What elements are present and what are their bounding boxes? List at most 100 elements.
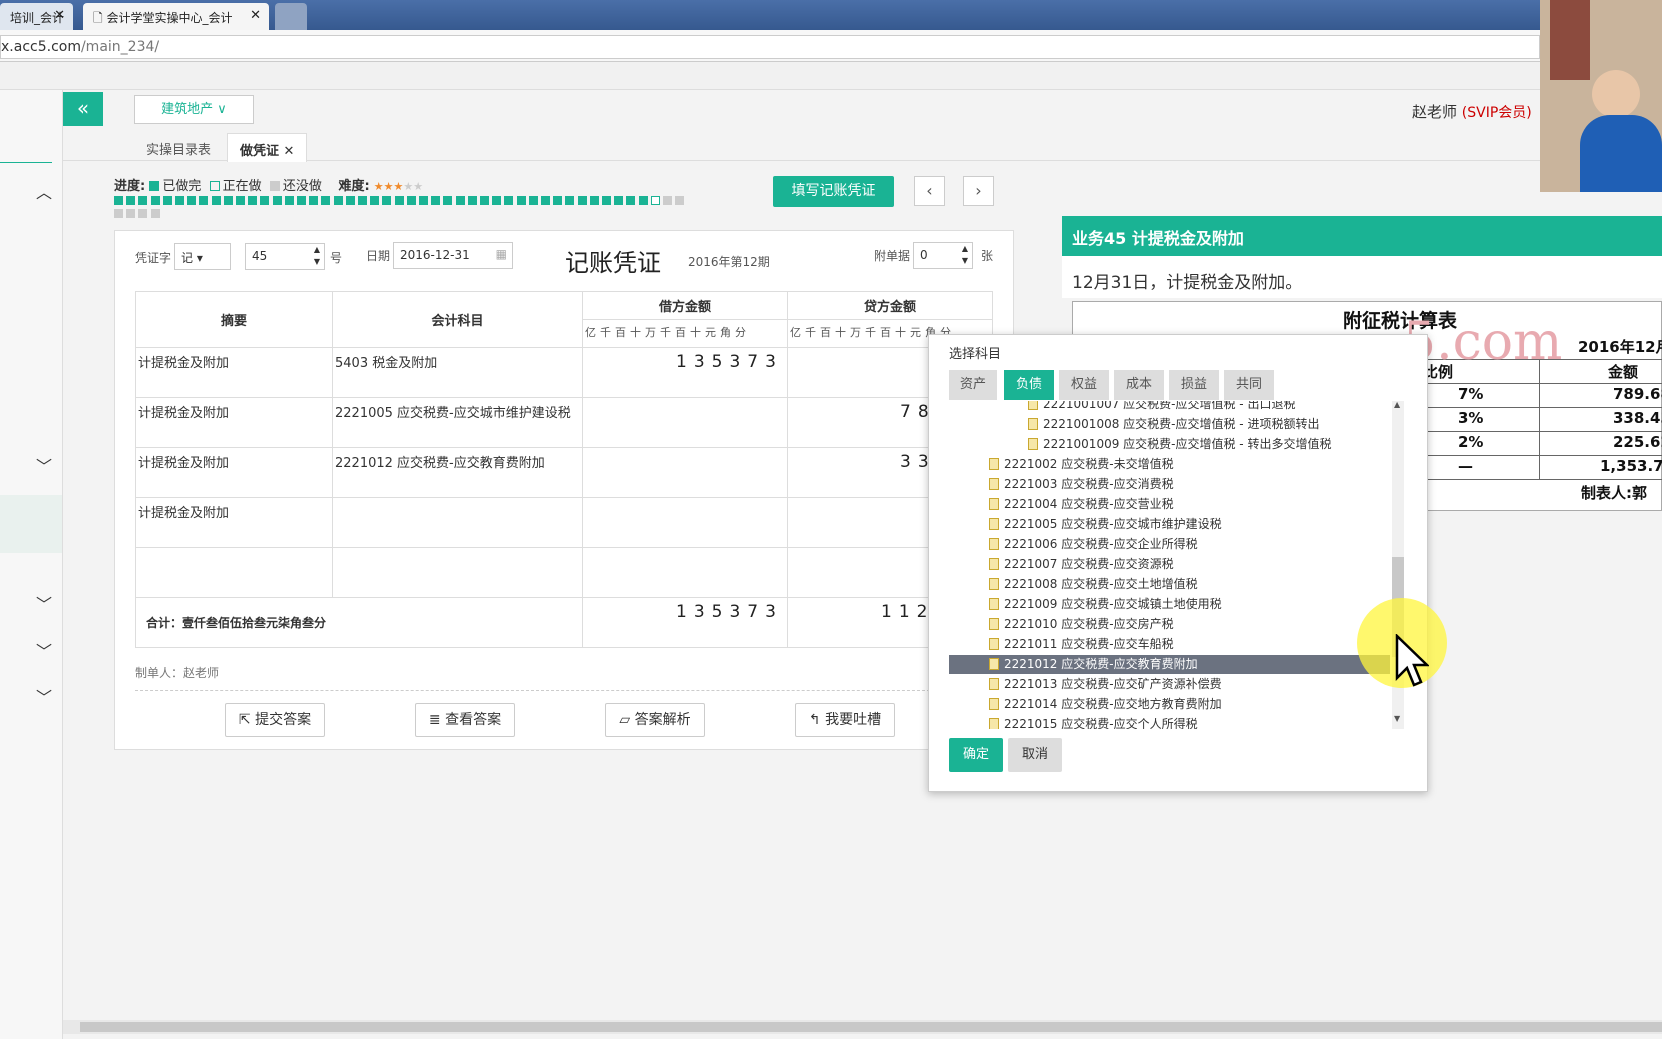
tab-liabilities[interactable]: 负债 [1004,370,1054,400]
progress-cell[interactable] [419,196,428,205]
submit-answer-button[interactable]: ⇱ 提交答案 [225,703,325,737]
account-cell[interactable] [332,497,583,548]
debit-cell[interactable]: 135373 [582,347,788,398]
progress-cell[interactable] [138,196,148,205]
progress-cell[interactable] [223,196,233,205]
debit-cell[interactable] [582,547,788,598]
tab-cost[interactable]: 成本 [1114,370,1164,400]
tree-item[interactable]: 2221010 应交税费-应交房产税 [949,615,1390,634]
scroll-up-icon[interactable]: ▲ [1394,400,1400,409]
voucher-number-input[interactable]: 45 ▲ ▼ [245,243,325,270]
progress-cell[interactable] [236,196,245,205]
tree-item[interactable]: 2221001007 应交税费-应交增值税 - 出口退税 [949,401,1390,414]
debit-cell[interactable] [582,447,788,498]
next-button[interactable]: › [963,176,994,206]
summary-cell[interactable]: 计提税金及附加 [135,497,333,548]
progress-cell[interactable] [382,196,392,205]
collapse-sidebar-button[interactable]: « [63,92,103,126]
confirm-button[interactable]: 确定 [949,738,1003,772]
summary-cell[interactable]: 计提税金及附加 [135,397,333,448]
fill-voucher-button[interactable]: 填写记账凭证 [773,176,894,207]
progress-cell[interactable] [138,209,148,218]
tree-item[interactable]: 2221001008 应交税费-应交增值税 - 进项税额转出 [949,415,1390,434]
close-icon[interactable]: ✕ [250,8,261,23]
tree-item[interactable]: 2221004 应交税费-应交营业税 [949,495,1390,514]
tree-item[interactable]: 2221014 应交税费-应交地方教育费附加 [949,695,1390,714]
stepper-icon[interactable]: ▲ ▼ [962,243,968,267]
tree-item[interactable]: 2221006 应交税费-应交企业所得税 [949,535,1390,554]
subject-tree[interactable]: 2221001007 应交税费-应交增值税 - 出口退税 2221001008 应… [949,401,1390,729]
progress-cell[interactable] [126,196,136,205]
tree-item[interactable]: 2221007 应交税费-应交资源税 [949,555,1390,574]
chevron-up-icon[interactable]: ︿ [36,185,52,201]
progress-cell[interactable] [175,196,184,205]
progress-cell[interactable] [358,196,367,205]
tab-equity[interactable]: 权益 [1059,370,1109,400]
progress-cell[interactable] [211,196,221,205]
browser-tab-1[interactable]: 培训_会计 ✕ [0,3,73,30]
scroll-down-icon[interactable]: ▼ [1394,714,1400,723]
summary-cell[interactable]: 计提税金及附加 [135,347,333,398]
progress-cell[interactable] [492,196,502,205]
progress-cell[interactable] [114,196,123,205]
progress-cell[interactable] [187,196,197,205]
progress-cell[interactable] [272,196,282,205]
progress-cell[interactable] [663,196,672,205]
progress-cell[interactable] [541,196,550,205]
table-row[interactable]: 计提税金及附加 [135,497,993,548]
progress-cell[interactable] [553,196,563,205]
browser-tab-2[interactable]: 🗋 会计学堂实操中心_会计 ✕ [83,3,269,30]
summary-cell[interactable]: 计提税金及附加 [135,447,333,498]
tree-item[interactable]: 2221001009 应交税费-应交增值税 - 转出多交增值税 [949,435,1390,454]
progress-cell[interactable] [394,196,404,205]
progress-cell[interactable] [589,196,599,205]
tab-voucher[interactable]: 做凭证 ✕ [227,133,308,162]
tree-item[interactable]: 2221015 应交税费-应交个人所得税 [949,715,1390,729]
progress-cell[interactable] [443,196,453,205]
table-row[interactable]: 计提税金及附加 5403 税金及附加 135373 [135,347,993,398]
progress-cell[interactable] [345,196,355,205]
progress-cell[interactable] [260,196,270,205]
close-icon[interactable]: ✕ [54,8,65,23]
calendar-icon[interactable]: ▦ [496,247,507,261]
tree-item[interactable]: 2221002 应交税费-未交增值税 [949,455,1390,474]
progress-cell[interactable] [577,196,587,205]
debit-cell[interactable] [582,497,788,548]
voucher-word-select[interactable]: 记 ▾ [174,243,231,270]
prev-button[interactable]: ‹ [914,176,945,206]
progress-cell[interactable] [126,209,136,218]
progress-cell[interactable] [431,196,441,205]
tree-item[interactable]: 2221005 应交税费-应交城市维护建设税 [949,515,1390,534]
progress-cell[interactable] [150,196,160,205]
chevron-down-icon[interactable]: ﹀ [36,597,52,613]
progress-cell[interactable] [333,196,343,205]
scrollbar-thumb[interactable] [80,1022,1662,1032]
progress-cell[interactable] [480,196,489,205]
chevron-down-icon[interactable]: ﹀ [36,644,52,660]
tab-catalog[interactable]: 实操目录表 [134,133,223,162]
progress-cell[interactable] [614,196,624,205]
progress-cell[interactable] [370,196,380,205]
progress-cell[interactable] [114,209,123,218]
tree-item[interactable]: 2221011 应交税费-应交车船税 [949,635,1390,654]
view-answer-button[interactable]: ≣ 查看答案 [415,703,515,737]
tree-item[interactable]: 2221008 应交税费-应交土地增值税 [949,575,1390,594]
account-cell[interactable]: 5403 税金及附加 [332,347,583,398]
new-tab-button[interactable] [275,3,307,30]
cancel-button[interactable]: 取消 [1008,738,1062,772]
address-input[interactable]: x.acc5.com/main_234/ [0,35,1540,59]
table-row[interactable] [135,547,993,598]
tree-item[interactable]: 2221009 应交税费-应交城镇土地使用税 [949,595,1390,614]
chevron-down-icon[interactable]: ﹀ [36,459,52,475]
summary-cell[interactable] [135,547,333,598]
account-cell[interactable]: 2221005 应交税费-应交城市维护建设税 [332,397,583,448]
stepper-icon[interactable]: ▲ ▼ [314,244,320,268]
progress-cell[interactable] [675,196,685,205]
progress-cell[interactable] [150,209,160,218]
chevron-down-icon[interactable]: ﹀ [36,690,52,706]
progress-cell[interactable] [638,196,648,205]
progress-cell[interactable] [516,196,526,205]
progress-cell[interactable] [565,196,575,205]
table-row[interactable]: 计提税金及附加 2221012 应交税费-应交教育费附加 33 [135,447,993,498]
progress-cell[interactable] [162,196,172,205]
